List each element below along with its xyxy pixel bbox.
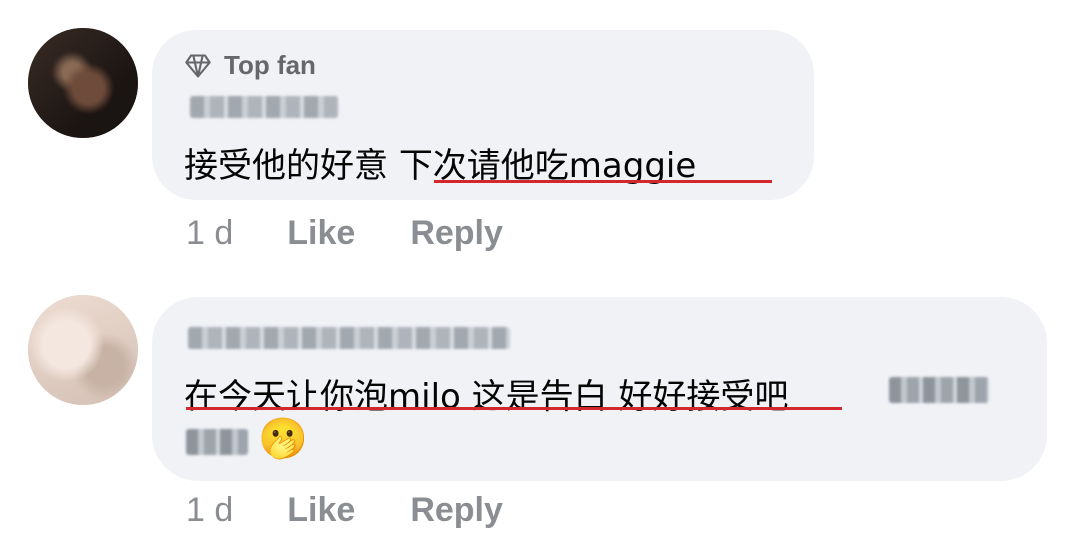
like-button[interactable]: Like xyxy=(287,214,355,253)
reply-button[interactable]: Reply xyxy=(410,214,503,253)
diamond-icon xyxy=(185,53,211,78)
comment-actions: 1 d Like Reply xyxy=(186,214,503,253)
red-underline-annotation xyxy=(186,407,842,410)
reply-button[interactable]: Reply xyxy=(410,491,503,530)
mention-tag-redacted[interactable] xyxy=(186,429,248,455)
comment-text-plain: 接受他的好意 xyxy=(184,146,399,186)
comment-text-plain: 吧 xyxy=(754,377,789,417)
comment-bubble: 在今天让你泡milo 这是告白 好好接受吧 🫢 xyxy=(152,297,1047,481)
red-underline-annotation xyxy=(434,180,772,183)
commenter-name-redacted[interactable] xyxy=(188,327,510,349)
comment-text: 在今天让你泡milo 这是告白 好好接受吧 xyxy=(184,369,788,418)
comment-timestamp[interactable]: 1 d xyxy=(186,491,233,530)
mention-tag-redacted[interactable] xyxy=(889,377,989,403)
top-fan-badge: Top fan xyxy=(184,50,316,81)
hand-over-mouth-emoji: 🫢 xyxy=(258,416,308,462)
like-button[interactable]: Like xyxy=(287,491,355,530)
comment-bubble: Top fan 接受他的好意 下次请他吃maggie xyxy=(152,30,814,200)
commenter-avatar[interactable] xyxy=(28,28,138,138)
comment-timestamp[interactable]: 1 d xyxy=(186,214,233,253)
commenter-name-redacted[interactable] xyxy=(190,96,338,118)
comment-actions: 1 d Like Reply xyxy=(186,491,503,530)
badge-label: Top fan xyxy=(224,50,316,80)
comment-text-highlight: 在今天让你泡milo 这是告白 好好接受 xyxy=(184,377,755,417)
commenter-avatar[interactable] xyxy=(28,295,138,405)
